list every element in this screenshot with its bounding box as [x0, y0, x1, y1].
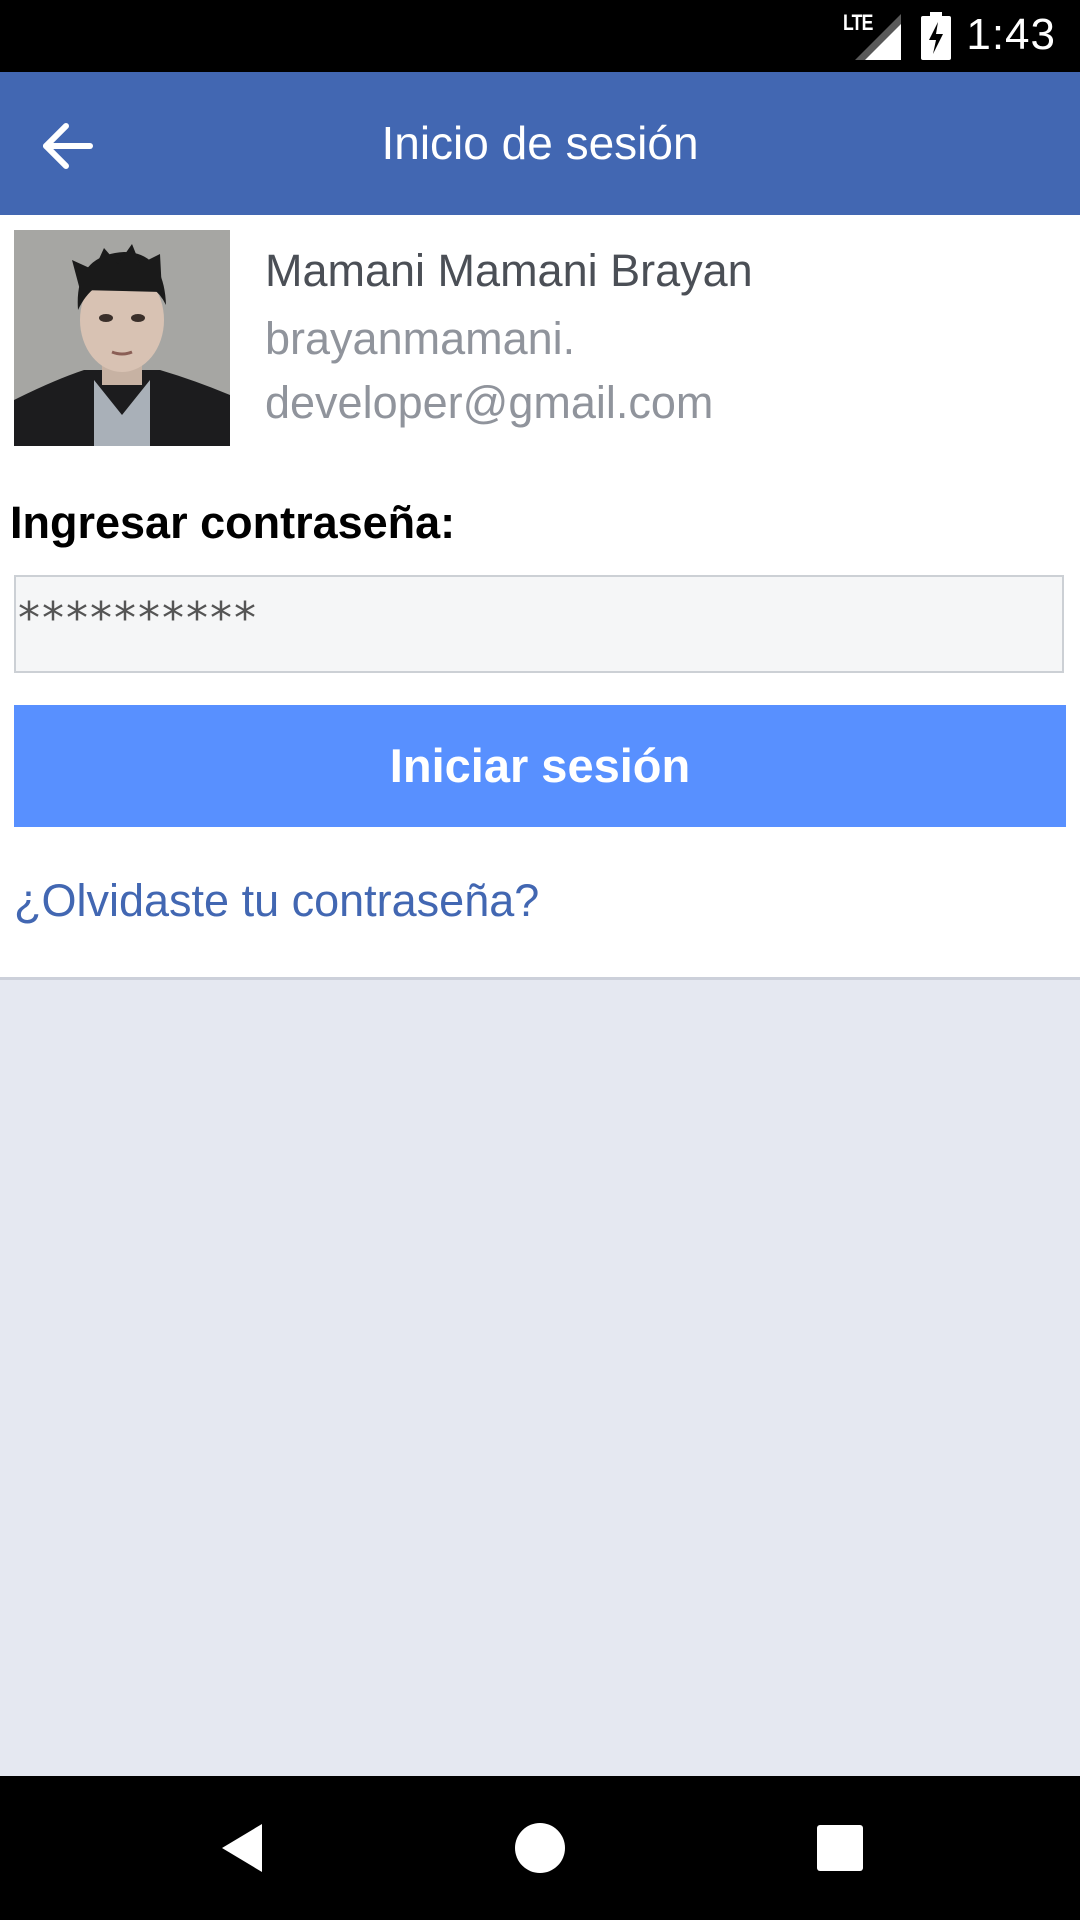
profile-photo [14, 230, 230, 446]
back-triangle-icon[interactable] [214, 1816, 278, 1880]
account-email: brayanmamani. developer@gmail.com [265, 307, 1025, 435]
recents-square-icon[interactable] [808, 1816, 872, 1880]
account-email-line1: brayanmamani. [265, 313, 576, 364]
account-name: Mamani Mamani Brayan [265, 245, 753, 296]
status-bar: LTE 1:43 [0, 0, 1080, 72]
clock: 1:43 [966, 10, 1056, 59]
page-title: Inicio de sesión [381, 117, 699, 169]
app-bar: Inicio de sesión [0, 72, 1080, 215]
password-input[interactable]: ********** [14, 575, 1064, 673]
avatar [14, 230, 230, 446]
password-label: Ingresar contraseña: [10, 497, 456, 548]
navigation-bar [0, 1776, 1080, 1920]
login-button[interactable]: Iniciar sesión [14, 705, 1066, 827]
forgot-password-link[interactable]: ¿Olvidaste tu contraseña? [14, 875, 539, 927]
login-content: Mamani Mamani Brayan brayanmamani. devel… [0, 215, 1080, 980]
signal-icon [855, 14, 901, 60]
account-email-line2: developer@gmail.com [265, 377, 714, 428]
battery-charging-icon [921, 12, 951, 60]
home-circle-icon[interactable] [508, 1816, 572, 1880]
